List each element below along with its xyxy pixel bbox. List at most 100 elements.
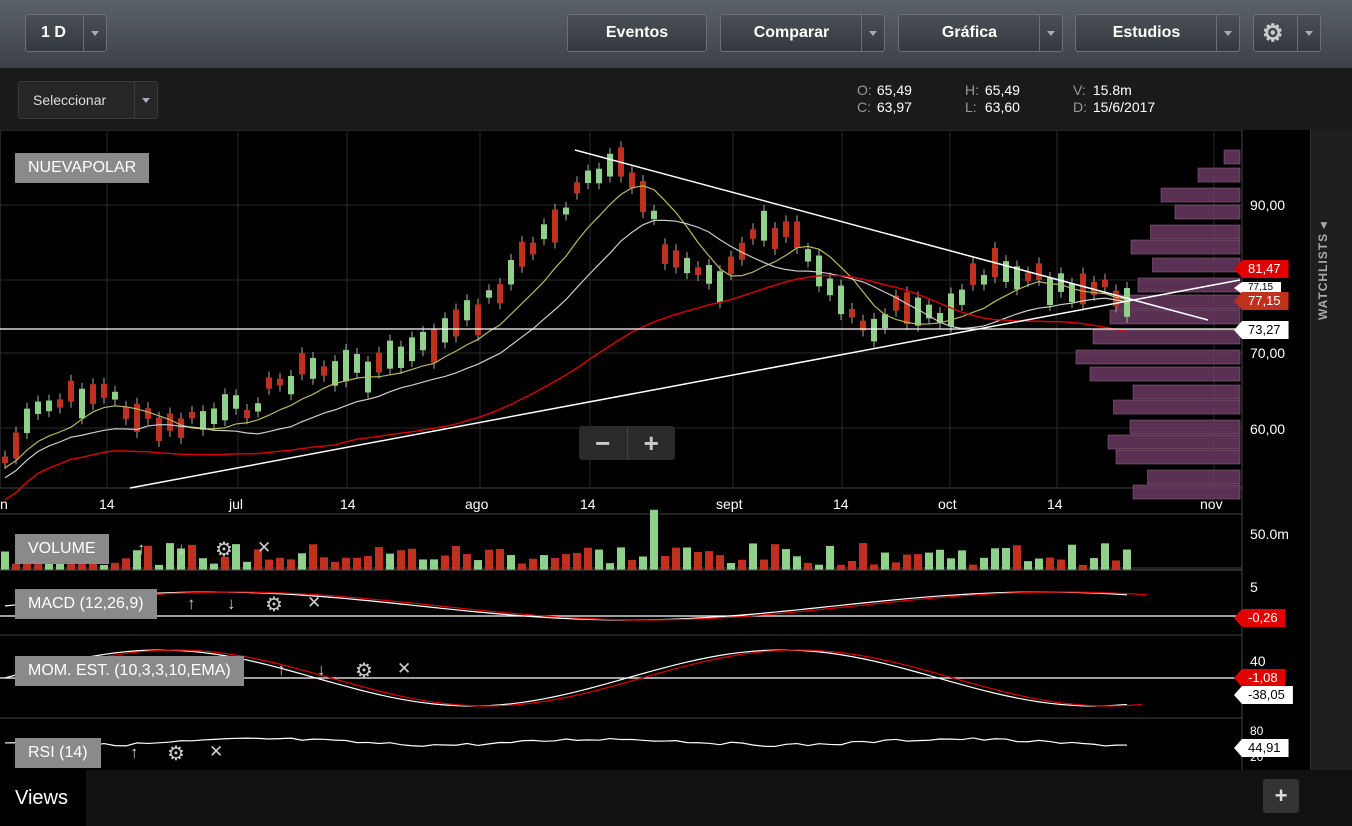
- volume-bar: [738, 559, 746, 570]
- volume-bar: [199, 558, 207, 570]
- arrow-down-icon[interactable]: ↓: [177, 539, 186, 559]
- candle: [706, 264, 712, 284]
- chevron-down-icon[interactable]: [134, 82, 157, 118]
- candle: [530, 242, 536, 255]
- compare-button[interactable]: Comparar: [720, 14, 885, 52]
- ma-long: [4, 274, 1128, 501]
- candle: [651, 210, 657, 220]
- candle: [354, 353, 360, 373]
- quote-open-close: O: 65,49 C: 63,97: [857, 82, 912, 116]
- x-axis-label: sept: [716, 496, 743, 512]
- gear-icon[interactable]: ⚙: [355, 658, 373, 683]
- events-button[interactable]: Eventos: [567, 14, 707, 52]
- candle: [1025, 272, 1031, 282]
- period-button[interactable]: 1 D: [25, 14, 107, 52]
- macd-label: MACD (12,26,9): [15, 589, 157, 619]
- close-icon[interactable]: ✕: [397, 659, 411, 679]
- volume-profile-bar: [1174, 204, 1241, 220]
- volume-profile-bar: [1150, 224, 1241, 240]
- zoom-in-button[interactable]: +: [628, 426, 676, 460]
- chart-button[interactable]: Gráfica: [898, 14, 1063, 52]
- candle: [673, 250, 679, 268]
- candle: [552, 209, 558, 243]
- date-key: D:: [1073, 99, 1087, 115]
- volume-bar: [947, 558, 955, 570]
- candle: [112, 391, 118, 400]
- volume-bar: [1123, 549, 1131, 570]
- arrow-down-icon[interactable]: ↓: [227, 594, 236, 614]
- volume-profile-bar: [1152, 257, 1241, 273]
- volume-profile-bar: [1132, 484, 1241, 500]
- candle: [574, 182, 580, 194]
- candle: [684, 257, 690, 274]
- chevron-down-icon[interactable]: [83, 15, 106, 51]
- volume-bar: [1112, 560, 1120, 570]
- macd-axis-label: 5: [1250, 579, 1258, 595]
- volume-bar: [364, 555, 372, 570]
- chevron-down-icon[interactable]: [1216, 15, 1239, 51]
- candle: [211, 408, 217, 424]
- candle: [332, 361, 338, 386]
- volume-bar: [936, 549, 944, 570]
- close-icon[interactable]: ✕: [307, 593, 321, 613]
- settings-button[interactable]: ⚙: [1253, 14, 1321, 52]
- views-label: Views: [15, 786, 68, 809]
- candle: [486, 290, 492, 298]
- volume-bar: [760, 559, 768, 570]
- volume-profile-bar: [1223, 149, 1241, 165]
- volume-bar: [1024, 561, 1032, 570]
- candle: [310, 357, 316, 379]
- volume-bar: [1, 551, 9, 570]
- arrow-up-icon[interactable]: ↑: [277, 660, 286, 680]
- candle: [970, 263, 976, 285]
- volume-bar: [551, 557, 559, 570]
- candle: [145, 408, 151, 419]
- volume-bar: [353, 557, 361, 570]
- candle: [717, 271, 723, 303]
- volume-axis-label: 50.0m: [1250, 526, 1289, 542]
- watchlists-tab[interactable]: WATCHLISTS ◂: [1316, 222, 1330, 320]
- candle: [266, 377, 272, 389]
- chevron-down-icon[interactable]: [861, 15, 884, 51]
- arrow-up-icon[interactable]: ↑: [187, 594, 196, 614]
- volume-bar: [859, 543, 867, 570]
- close-icon[interactable]: ✕: [209, 742, 223, 762]
- gear-icon[interactable]: ⚙: [265, 592, 283, 617]
- volume-bar: [815, 564, 823, 570]
- gear-icon[interactable]: ⚙: [215, 537, 233, 562]
- arrow-up-icon[interactable]: ↑: [130, 743, 139, 763]
- arrow-up-icon[interactable]: ↑: [137, 539, 146, 559]
- gear-icon[interactable]: ⚙: [167, 741, 185, 766]
- arrow-down-icon[interactable]: ↓: [317, 660, 326, 680]
- candle: [101, 383, 107, 398]
- candle: [563, 207, 569, 215]
- candle: [376, 352, 382, 373]
- rsi-label: RSI (14): [15, 738, 101, 768]
- chevron-down-icon[interactable]: [1297, 15, 1320, 51]
- candle: [750, 229, 756, 239]
- volume-bar: [232, 544, 240, 570]
- volume-bar: [826, 545, 834, 570]
- volume-bar: [1013, 545, 1021, 570]
- volume-bar: [1057, 559, 1065, 570]
- volume-bar: [650, 509, 658, 570]
- select-dropdown[interactable]: Seleccionar: [18, 81, 158, 119]
- candle: [233, 395, 239, 409]
- close-icon[interactable]: ✕: [257, 538, 271, 558]
- x-axis-label: 14: [1047, 496, 1063, 512]
- chevron-down-icon[interactable]: [1039, 15, 1062, 51]
- candle: [772, 228, 778, 250]
- views-tab[interactable]: Views: [0, 770, 86, 826]
- candle: [431, 329, 437, 363]
- zoom-out-button[interactable]: −: [579, 426, 628, 460]
- candle: [255, 403, 261, 412]
- studies-button[interactable]: Estudios: [1075, 14, 1240, 52]
- volume-bar: [1079, 564, 1087, 570]
- add-view-button[interactable]: +: [1263, 779, 1299, 813]
- volume-bar: [397, 550, 405, 570]
- events-label: Eventos: [605, 24, 669, 41]
- volume-bar: [991, 548, 999, 570]
- quote-volume-date: V: 15.8m D: 15/6/2017: [1073, 82, 1155, 116]
- candle: [156, 417, 162, 442]
- candle: [46, 400, 52, 412]
